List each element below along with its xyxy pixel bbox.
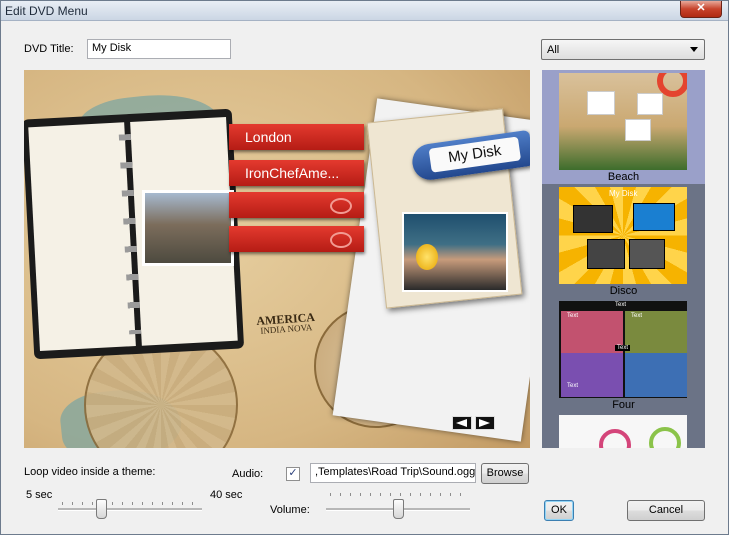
browse-button[interactable]: Browse bbox=[481, 463, 529, 484]
volume-label: Volume: bbox=[270, 504, 310, 516]
menu-button-1[interactable]: London bbox=[229, 124, 364, 150]
arrow-left-icon bbox=[456, 419, 467, 427]
theme-item-disco[interactable]: My Disk Disco bbox=[542, 184, 705, 298]
loop-min-label: 5 sec bbox=[26, 489, 53, 501]
ok-button[interactable]: OK bbox=[544, 500, 574, 521]
loop-label: Loop video inside a theme: bbox=[24, 466, 156, 478]
theme-label: Beach bbox=[607, 171, 640, 183]
disk-title-text: My Disk bbox=[428, 136, 522, 173]
volume-slider-handle[interactable] bbox=[393, 499, 404, 519]
loop-slider-ticks bbox=[62, 502, 200, 505]
prev-page-button[interactable] bbox=[452, 416, 472, 430]
theme-filter-dropdown[interactable]: All bbox=[541, 39, 705, 60]
next-page-button[interactable] bbox=[475, 416, 495, 430]
window-title: Edit DVD Menu bbox=[5, 4, 88, 18]
audio-checkbox[interactable]: ✓ bbox=[286, 467, 300, 481]
loop-max-label: 40 sec bbox=[210, 489, 243, 501]
theme-list[interactable]: Beach My Disk Disco Text Text Text Text … bbox=[542, 70, 705, 448]
next-theme-preview bbox=[559, 415, 687, 448]
menu-button-2[interactable]: IronChefAme... bbox=[229, 160, 364, 186]
audio-path-input[interactable]: ,Templates\Road Trip\Sound.ogg bbox=[310, 463, 476, 483]
close-button[interactable]: ✕ bbox=[680, 1, 722, 18]
chevron-down-icon bbox=[690, 47, 698, 52]
menu-preview: AMERICA INDIA NOVA London IronChefAme...… bbox=[24, 70, 530, 448]
london-thumbnail[interactable] bbox=[142, 190, 234, 266]
title-bar[interactable]: Edit DVD Menu ✕ bbox=[1, 1, 728, 21]
menu-button-4[interactable] bbox=[229, 226, 364, 252]
theme-label: Four bbox=[612, 399, 635, 411]
cancel-button[interactable]: Cancel bbox=[627, 500, 705, 521]
loop-slider-handle[interactable] bbox=[96, 499, 108, 519]
beach-theme-preview bbox=[559, 73, 687, 170]
disco-theme-preview: My Disk bbox=[559, 187, 687, 284]
arrow-right-icon bbox=[479, 419, 490, 427]
theme-item-next[interactable] bbox=[542, 412, 705, 448]
dvd-title-label: DVD Title: bbox=[24, 43, 74, 55]
theme-label: Disco bbox=[609, 285, 638, 297]
theme-item-beach[interactable]: Beach bbox=[542, 70, 705, 184]
swirl-icon bbox=[330, 232, 352, 248]
menu-button-3[interactable] bbox=[229, 192, 364, 218]
swirl-icon bbox=[330, 198, 352, 214]
check-icon: ✓ bbox=[288, 467, 298, 479]
dvd-title-input[interactable]: My Disk bbox=[87, 39, 231, 59]
pepper-image bbox=[416, 244, 438, 270]
volume-slider-ticks bbox=[330, 493, 468, 496]
audio-label: Audio: bbox=[232, 468, 264, 480]
four-theme-preview: Text Text Text Text Text bbox=[559, 301, 687, 398]
theme-filter-value: All bbox=[547, 44, 560, 56]
theme-item-four[interactable]: Text Text Text Text Text Four bbox=[542, 298, 705, 412]
loop-slider[interactable] bbox=[58, 508, 202, 511]
close-icon: ✕ bbox=[696, 2, 706, 14]
